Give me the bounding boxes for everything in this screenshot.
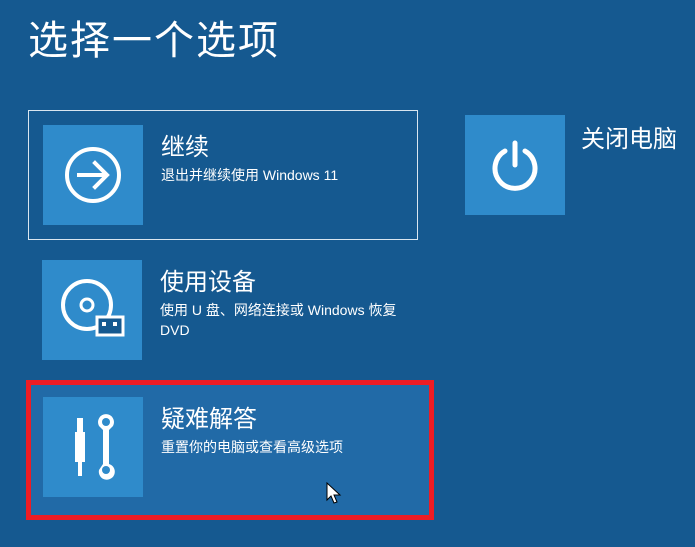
power-icon (465, 115, 565, 215)
continue-desc: 退出并继续使用 Windows 11 (161, 166, 338, 186)
poweroff-tile[interactable]: 关闭电脑 (465, 115, 677, 215)
arrow-right-icon (43, 125, 143, 225)
troubleshoot-desc: 重置你的电脑或查看高级选项 (161, 438, 343, 458)
troubleshoot-tile[interactable]: 疑难解答 重置你的电脑或查看高级选项 (26, 380, 434, 520)
poweroff-title: 关闭电脑 (581, 119, 677, 154)
continue-tile[interactable]: 继续 退出并继续使用 Windows 11 (28, 110, 418, 240)
troubleshoot-title: 疑难解答 (161, 399, 343, 434)
disc-usb-icon (42, 260, 142, 360)
use-device-title: 使用设备 (160, 262, 420, 297)
page-title: 选择一个选项 (28, 8, 280, 66)
use-device-tile[interactable]: 使用设备 使用 U 盘、网络连接或 Windows 恢复 DVD (42, 260, 420, 360)
tools-icon (43, 397, 143, 497)
continue-title: 继续 (161, 127, 338, 162)
use-device-desc: 使用 U 盘、网络连接或 Windows 恢复 DVD (160, 301, 420, 340)
